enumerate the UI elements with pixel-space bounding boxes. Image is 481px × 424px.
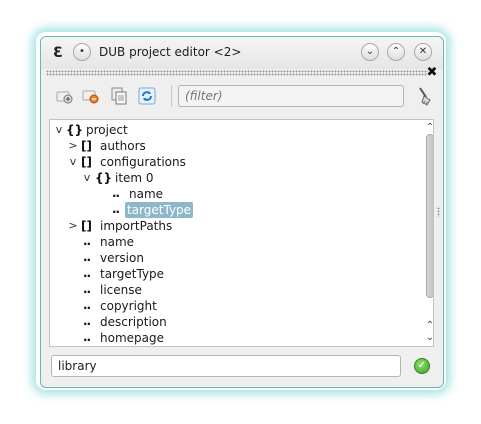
- toolbar-separator: [171, 85, 172, 107]
- expander-icon[interactable]: >: [68, 218, 78, 234]
- tree-row[interactable]: v {} project: [50, 122, 410, 138]
- vertical-scrollbar[interactable]: ⌃ ⌃ ⌄: [424, 122, 433, 344]
- close-button[interactable]: ✕: [414, 43, 432, 61]
- window-title: DUB project editor <2>: [99, 45, 242, 59]
- value-icon: ..: [83, 250, 91, 264]
- window-menu-button[interactable]: •: [73, 43, 91, 61]
- tree-row[interactable]: .. copyright: [50, 298, 410, 314]
- tree-row[interactable]: .. license: [50, 282, 410, 298]
- minimize-button[interactable]: ⌄: [361, 43, 379, 61]
- add-property-icon[interactable]: [54, 85, 76, 107]
- scrollbar-track[interactable]: [426, 134, 433, 326]
- dub-project-editor-window: Ɛ • DUB project editor <2> ⌄ ⌃ ✕ ✖ (filt…: [40, 36, 444, 388]
- expander-icon[interactable]: >: [68, 138, 78, 154]
- scroll-up-icon[interactable]: ⌃: [424, 122, 433, 134]
- accept-check-icon[interactable]: ✓: [414, 358, 430, 374]
- remove-property-icon[interactable]: [80, 85, 102, 107]
- scroll-up-icon[interactable]: ⌃: [424, 320, 433, 332]
- tree-row-label: configurations: [100, 155, 186, 169]
- clear-filter-broom-icon[interactable]: [414, 85, 436, 107]
- array-icon: []: [81, 139, 92, 153]
- maximize-button[interactable]: ⌃: [387, 43, 405, 61]
- tree-row-label: targetType: [125, 202, 194, 218]
- value-icon: ..: [83, 330, 91, 344]
- tree-row-label: item 0: [115, 171, 154, 185]
- tree-row-label: name: [129, 187, 164, 201]
- tree-row-label: importPaths: [100, 219, 173, 233]
- tree-row[interactable]: .. version: [50, 250, 410, 266]
- project-tree[interactable]: v {} project > [] authors v [] configura…: [49, 119, 434, 347]
- copy-icon[interactable]: [108, 85, 130, 107]
- scroll-down-icon[interactable]: ⌄: [424, 332, 433, 344]
- array-icon: []: [81, 155, 92, 169]
- object-icon: {}: [66, 123, 84, 137]
- chevron-up-icon: ⌃: [391, 46, 401, 57]
- tree-row-label: name: [100, 235, 135, 249]
- tree-row-label: description: [100, 315, 167, 329]
- value-icon: ..: [83, 234, 91, 248]
- tree-row-label: license: [100, 283, 142, 297]
- tree-row-label: copyright: [100, 299, 157, 313]
- dub-icon[interactable]: Ɛ: [49, 44, 67, 62]
- chevron-down-icon: ⌄: [365, 46, 375, 57]
- expander-icon[interactable]: v: [82, 170, 92, 186]
- title-bar[interactable]: Ɛ • DUB project editor <2> ⌄ ⌃ ✕: [41, 37, 443, 69]
- tree-row-label: version: [100, 251, 144, 265]
- tree-row[interactable]: v [] configurations: [50, 154, 410, 170]
- scrollbar-thumb[interactable]: [426, 134, 433, 298]
- value-editor-input[interactable]: [51, 355, 401, 377]
- tree-row[interactable]: > [] importPaths: [50, 218, 410, 234]
- tree-row[interactable]: .. targetType: [50, 266, 410, 282]
- dock-drag-handle[interactable]: [46, 70, 428, 76]
- tree-row-selected[interactable]: .. targetType: [50, 202, 410, 218]
- tree-row-label: homepage: [100, 331, 164, 345]
- tree-row-label: targetType: [100, 267, 165, 281]
- close-icon: ✕: [418, 46, 428, 57]
- value-icon: ..: [83, 282, 91, 296]
- tree-row[interactable]: .. name: [50, 234, 410, 250]
- array-icon: []: [81, 219, 92, 233]
- expander-icon[interactable]: v: [68, 154, 78, 170]
- tree-row[interactable]: .. description: [50, 314, 410, 330]
- object-icon: {}: [95, 171, 113, 185]
- tree-row-label: project: [86, 123, 128, 137]
- refresh-icon[interactable]: [136, 85, 158, 107]
- value-icon: ..: [83, 266, 91, 280]
- expander-icon[interactable]: v: [54, 122, 64, 138]
- tree-row[interactable]: v {} item 0: [50, 170, 410, 186]
- value-icon: ..: [112, 186, 120, 200]
- value-icon: ..: [112, 202, 120, 216]
- tree-row[interactable]: .. name: [50, 186, 410, 202]
- tree-row[interactable]: .. homepage: [50, 330, 410, 346]
- filter-input[interactable]: [178, 85, 404, 107]
- dot-icon: •: [79, 46, 85, 57]
- toolbar: [46, 79, 438, 113]
- tree-row[interactable]: > [] authors: [50, 138, 410, 154]
- resize-grip[interactable]: [437, 207, 440, 217]
- tree-row-label: authors: [100, 139, 146, 153]
- dock-close-icon[interactable]: ✖: [425, 66, 439, 80]
- value-icon: ..: [83, 314, 91, 328]
- value-icon: ..: [83, 298, 91, 312]
